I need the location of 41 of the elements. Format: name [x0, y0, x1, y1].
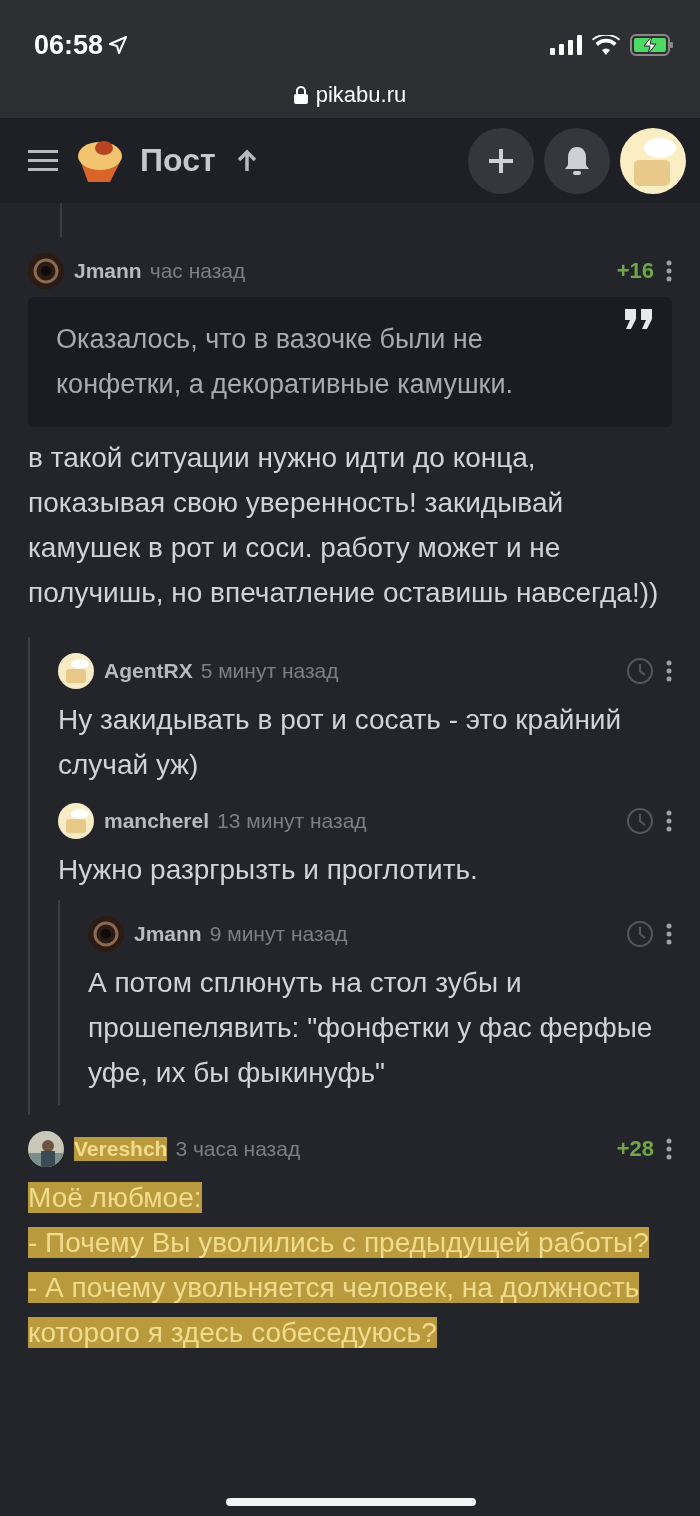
avatar-icon — [58, 803, 94, 839]
comment-author[interactable]: Jmann — [74, 259, 142, 283]
quote-icon — [624, 309, 654, 329]
comment-rating: +16 — [616, 258, 654, 284]
comment-time: 3 часа назад — [175, 1137, 301, 1161]
page-title: Пост — [140, 142, 216, 179]
avatar-icon — [28, 253, 64, 289]
comment-time: 9 минут назад — [209, 922, 348, 946]
menu-icon[interactable] — [28, 149, 58, 172]
arrow-up-icon[interactable] — [235, 148, 258, 173]
avatar-icon — [58, 653, 94, 689]
comment-time: 13 минут назад — [217, 809, 367, 833]
location-arrow-icon — [109, 36, 128, 54]
comment-text: Нужно разргрызть и проглотить. — [58, 853, 479, 887]
signal-icon — [550, 35, 582, 55]
status-time: 06:58 — [34, 29, 104, 61]
battery-icon — [630, 34, 674, 56]
more-icon[interactable] — [666, 260, 672, 282]
more-icon[interactable] — [666, 660, 672, 682]
comment-author[interactable]: Jmann — [134, 922, 202, 946]
comment-text: в такой ситуации нужно идти до конца, показывая свою уверенность! закидывай камушек в рот и соси. работу может и не получишь, но впечатление оставишь навсегда!)) — [28, 441, 660, 610]
comment-text: А потом сплюнуть на стол зубы и прошепелявить: "фонфетки у фас ферфые уфе, их бы фыкинуфь" — [88, 966, 654, 1090]
comment-author[interactable]: AgentRX — [104, 659, 193, 683]
comment-text: Ну закидывать в рот и сосать - это крайний случай уж) — [58, 703, 623, 782]
lock-icon — [293, 86, 308, 104]
comment-time: час назад — [149, 259, 246, 283]
browser-url[interactable]: pikabu.ru — [315, 82, 407, 108]
wifi-icon — [592, 35, 620, 55]
comment-text: Моё любмое: — [28, 1181, 203, 1215]
comment-text: - Почему Вы уволились с предыдущей работы? — [28, 1226, 650, 1260]
more-icon[interactable] — [666, 810, 672, 832]
avatar-icon — [88, 916, 124, 952]
comment-rating: +28 — [616, 1136, 654, 1162]
avatar-icon[interactable] — [620, 127, 686, 194]
more-icon[interactable] — [666, 923, 672, 945]
more-icon[interactable] — [666, 1138, 672, 1160]
quote-text: Оказалось, что в вазочке были не конфетки, а декоративные камушки. — [56, 323, 514, 401]
comment-author[interactable]: mancherel — [104, 809, 210, 833]
comment-time: 5 минут назад — [200, 659, 339, 683]
comment-text: - А почему увольняется человек, на должность которого я здесь собеседуюсь? — [28, 1271, 641, 1350]
bell-icon — [562, 144, 592, 177]
